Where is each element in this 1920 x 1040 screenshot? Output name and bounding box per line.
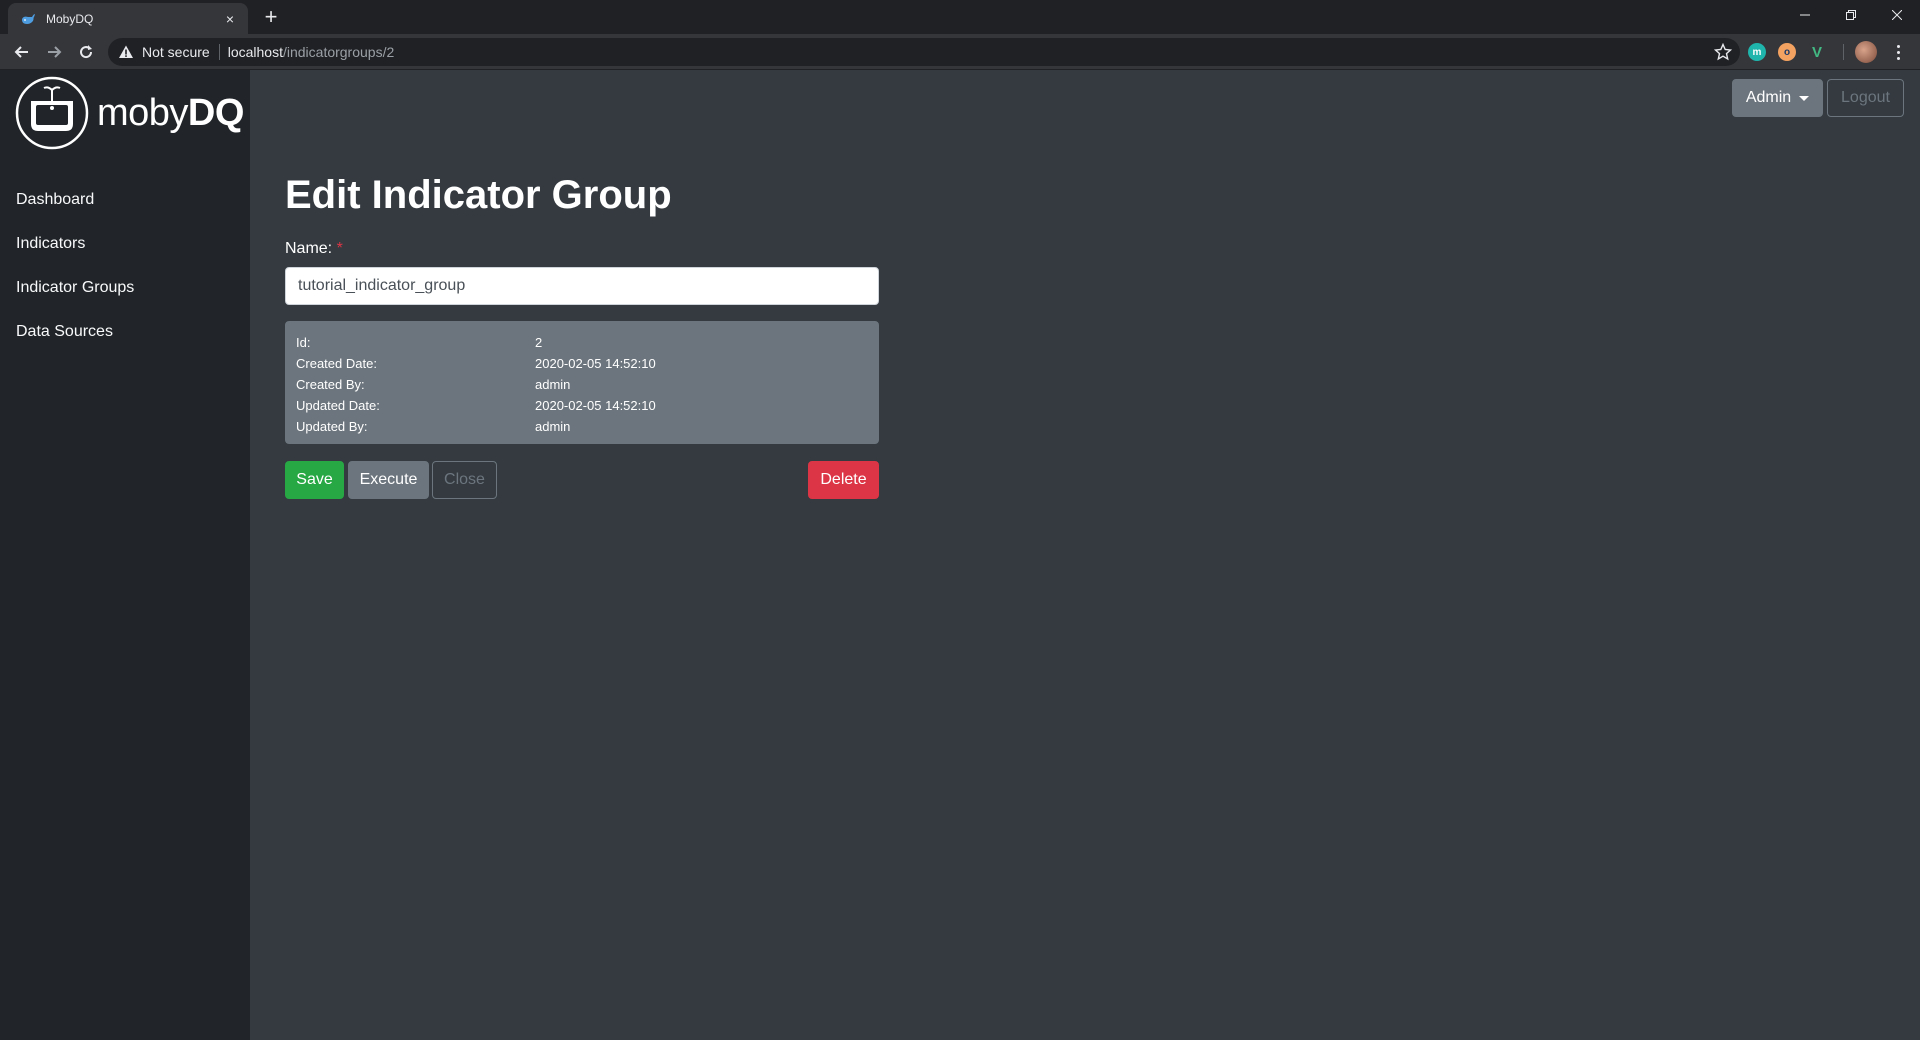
sidebar-item-indicators[interactable]: Indicators: [0, 222, 250, 266]
metadata-row-id: Id: 2: [296, 332, 868, 353]
mobydq-logo-icon: [15, 76, 89, 150]
tab-close-icon[interactable]: ×: [222, 11, 238, 27]
main-content: Admin Logout Edit Indicator Group Name: …: [250, 70, 1920, 1040]
extension-o-icon[interactable]: o: [1778, 43, 1796, 61]
restore-icon[interactable]: [1828, 0, 1874, 30]
meta-key: Id:: [296, 335, 311, 350]
back-arrow-icon[interactable]: [8, 38, 36, 66]
meta-value: 2: [535, 335, 543, 350]
sidebar-item-dashboard[interactable]: Dashboard: [0, 178, 250, 222]
caret-down-icon: [1799, 95, 1810, 101]
tab-title: MobyDQ: [46, 11, 94, 26]
meta-value: admin: [535, 377, 571, 392]
browser-tab[interactable]: MobyDQ ×: [8, 3, 248, 34]
admin-label: Admin: [1745, 89, 1792, 106]
page-title: Edit Indicator Group: [285, 173, 672, 217]
extension-v-label: V: [1811, 43, 1822, 61]
admin-dropdown-button[interactable]: Admin: [1732, 79, 1823, 117]
meta-key: Created Date:: [296, 356, 377, 371]
meta-key: Created By:: [296, 377, 365, 392]
close-window-icon[interactable]: [1874, 0, 1920, 30]
warning-icon: [118, 44, 134, 60]
sidebar-item-indicator-groups[interactable]: Indicator Groups: [0, 266, 250, 310]
user-menu: Admin Logout: [1732, 79, 1904, 117]
url-path: /indicatorgroups/2: [282, 44, 395, 60]
window-controls: [1782, 0, 1920, 30]
form-actions: Save Execute Close Delete: [285, 461, 879, 499]
new-tab-button[interactable]: +: [258, 5, 284, 31]
logo-text-moby: moby: [97, 91, 188, 134]
sidebar-nav: Dashboard Indicators Indicator Groups Da…: [0, 178, 250, 354]
extension-m-icon[interactable]: m: [1748, 43, 1766, 61]
security-label: Not secure: [142, 44, 210, 60]
close-button[interactable]: Close: [432, 461, 497, 499]
metadata-row-updated-by: Updated By: admin: [296, 416, 868, 437]
meta-value: 2020-02-05 14:52:10: [535, 398, 656, 413]
meta-key: Updated Date:: [296, 398, 380, 413]
metadata-row-updated-date: Updated Date: 2020-02-05 14:52:10: [296, 395, 868, 416]
browser-menu-icon[interactable]: [1888, 42, 1908, 62]
metadata-row-created-by: Created By: admin: [296, 374, 868, 395]
logo-wordmark: mobyDQ: [97, 92, 244, 135]
meta-key: Updated By:: [296, 419, 368, 434]
forward-arrow-icon[interactable]: [40, 38, 68, 66]
delete-button[interactable]: Delete: [808, 461, 879, 499]
name-input[interactable]: [285, 267, 879, 305]
browser-tabstrip: MobyDQ × +: [0, 0, 1920, 34]
logo-text-dq: DQ: [187, 91, 245, 134]
extension-m-label: m: [1752, 46, 1762, 58]
url-host: localhost: [227, 44, 283, 60]
metadata-panel: Id: 2 Created Date: 2020-02-05 14:52:10 Cr…: [285, 321, 879, 444]
minimize-icon[interactable]: [1782, 0, 1828, 30]
sidebar: mobyDQ Dashboard Indicators Indicator Gr…: [0, 70, 250, 1040]
logout-button[interactable]: Logout: [1827, 79, 1904, 117]
app-logo[interactable]: mobyDQ: [15, 76, 244, 150]
browser-toolbar: Not secure localhost/indicatorgroups/2 m…: [0, 34, 1920, 70]
profile-avatar[interactable]: [1855, 41, 1877, 63]
address-bar[interactable]: Not secure localhost/indicatorgroups/2: [108, 38, 1740, 66]
sidebar-item-data-sources[interactable]: Data Sources: [0, 310, 250, 354]
reload-icon[interactable]: [72, 38, 100, 66]
metadata-row-created-date: Created Date: 2020-02-05 14:52:10: [296, 353, 868, 374]
toolbar-divider: [1843, 44, 1844, 60]
extension-o-label: o: [1783, 46, 1791, 58]
meta-value: 2020-02-05 14:52:10: [535, 356, 656, 371]
meta-value: admin: [535, 419, 571, 434]
omnibox-divider: [218, 44, 220, 60]
save-button[interactable]: Save: [285, 461, 344, 499]
name-field-label: Name: *: [285, 240, 343, 258]
whale-favicon-icon: [20, 11, 36, 27]
name-label-text: Name:: [285, 240, 333, 257]
vue-devtools-icon[interactable]: V: [1808, 43, 1826, 61]
execute-button[interactable]: Execute: [348, 461, 429, 499]
bookmark-star-icon[interactable]: [1713, 42, 1733, 61]
required-marker: *: [336, 240, 343, 257]
